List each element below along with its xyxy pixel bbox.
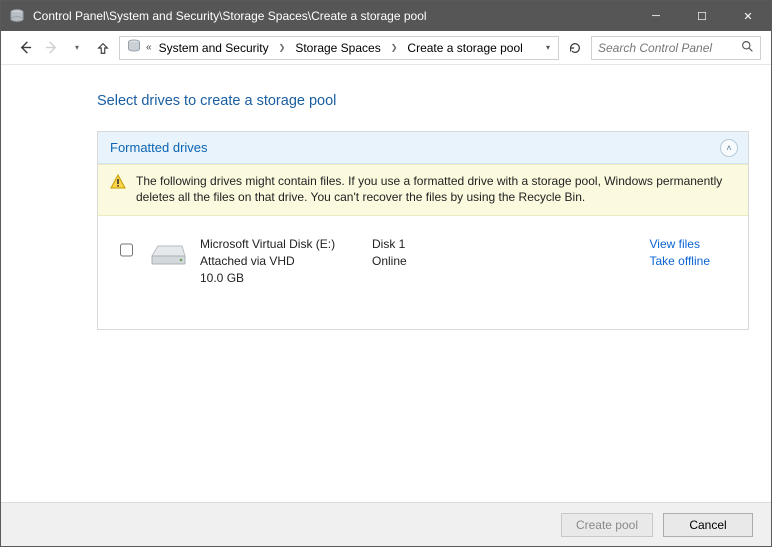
search-icon: [741, 40, 754, 56]
warning-icon: [110, 174, 126, 190]
drive-row: Microsoft Virtual Disk (E:) Attached via…: [106, 228, 740, 300]
recent-locations-button[interactable]: ▾: [67, 38, 87, 58]
chevron-up-icon: ˄: [726, 143, 731, 153]
panel-header[interactable]: Formatted drives ˄: [98, 132, 748, 164]
app-icon: [9, 8, 25, 24]
formatted-drives-panel: Formatted drives ˄ The following drives …: [97, 131, 749, 330]
drive-online: Online: [372, 253, 522, 270]
minimize-button[interactable]: ─: [633, 1, 679, 31]
drive-attach: Attached via VHD: [200, 253, 360, 270]
forward-button[interactable]: [41, 38, 61, 58]
breadcrumb-segment[interactable]: Create a storage pool: [403, 37, 526, 59]
chevron-right-icon[interactable]: ❯: [277, 43, 288, 52]
address-bar[interactable]: « System and Security ❯ Storage Spaces ❯…: [119, 36, 559, 60]
nav-bar: ▾ « System and Security ❯ Storage Spaces…: [1, 31, 771, 65]
title-bar: Control Panel\System and Security\Storag…: [1, 1, 771, 31]
up-button[interactable]: [93, 38, 113, 58]
breadcrumb-segment[interactable]: System and Security: [155, 37, 273, 59]
create-pool-button[interactable]: Create pool: [561, 513, 653, 537]
breadcrumb-segment[interactable]: Storage Spaces: [291, 37, 384, 59]
panel-title: Formatted drives: [110, 140, 208, 155]
warning-text: The following drives might contain files…: [136, 173, 736, 205]
warning-banner: The following drives might contain files…: [98, 164, 748, 216]
search-input[interactable]: Search Control Panel: [591, 36, 761, 60]
drive-status: Disk 1 Online: [372, 236, 522, 270]
drive-name: Microsoft Virtual Disk (E:): [200, 236, 360, 253]
storage-icon: [126, 38, 142, 57]
search-placeholder: Search Control Panel: [598, 41, 712, 55]
window-title: Control Panel\System and Security\Storag…: [33, 9, 633, 23]
drive-info: Microsoft Virtual Disk (E:) Attached via…: [200, 236, 360, 286]
close-button[interactable]: ✕: [725, 1, 771, 31]
content-area: Select drives to create a storage pool F…: [1, 65, 771, 502]
refresh-button[interactable]: [565, 38, 585, 58]
cancel-button[interactable]: Cancel: [663, 513, 753, 537]
view-files-link[interactable]: View files: [650, 236, 711, 253]
drive-disk: Disk 1: [372, 236, 522, 253]
footer-bar: Create pool Cancel: [1, 502, 771, 546]
collapse-button[interactable]: ˄: [720, 139, 738, 157]
take-offline-link[interactable]: Take offline: [650, 253, 711, 270]
drive-actions: View files Take offline: [650, 236, 735, 270]
drive-checkbox[interactable]: [120, 243, 133, 257]
page-title: Select drives to create a storage pool: [97, 93, 749, 109]
drive-size: 10.0 GB: [200, 270, 360, 287]
overflow-chevron-icon[interactable]: «: [146, 42, 151, 53]
maximize-button[interactable]: ☐: [679, 1, 725, 31]
hard-drive-icon: [148, 240, 188, 268]
address-dropdown-button[interactable]: ▾: [540, 37, 556, 59]
back-button[interactable]: [15, 38, 35, 58]
drive-list: Microsoft Virtual Disk (E:) Attached via…: [98, 216, 748, 328]
chevron-right-icon[interactable]: ❯: [389, 43, 400, 52]
